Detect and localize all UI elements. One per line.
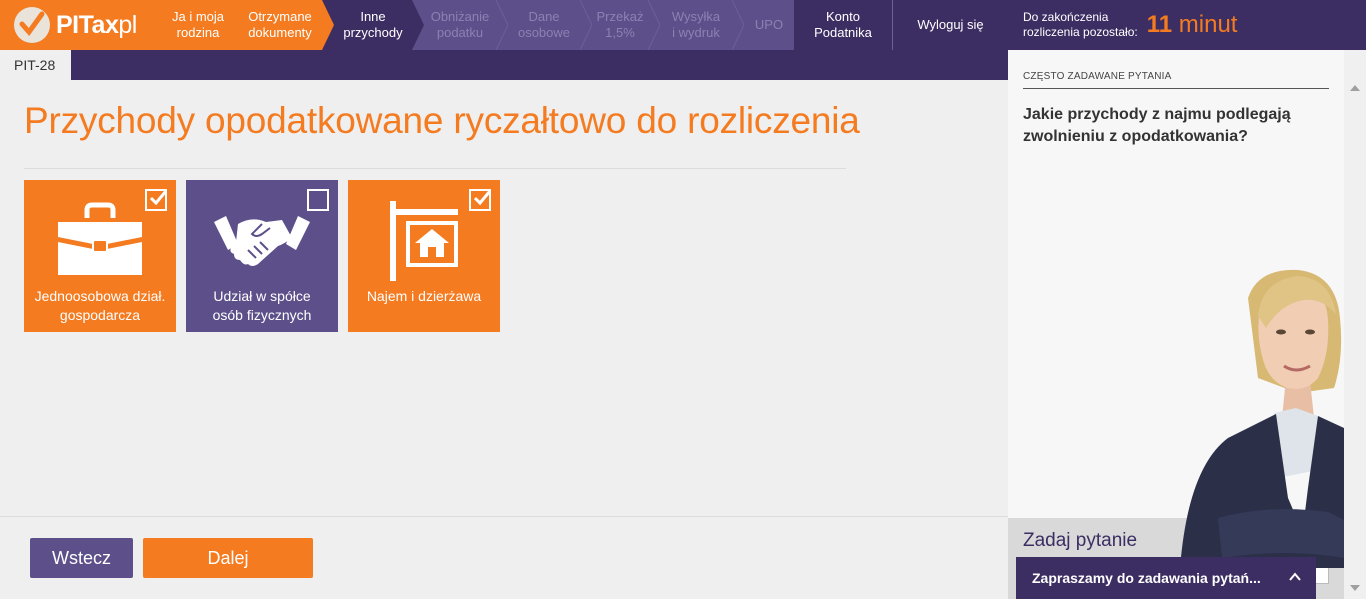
tile-label: Udział w spółce osób fizycznych [212, 288, 312, 323]
nav-step-tax-reduction[interactable]: Obniżanie podatku [424, 0, 496, 50]
nav-step-family[interactable]: Ja i moja rodzina [158, 0, 238, 50]
tile-partnership[interactable]: Udział w spółce osób fizycznych [186, 180, 338, 332]
nav-step-documents[interactable]: Otrzymane dokumenty [238, 0, 322, 50]
scrollbar[interactable] [1344, 50, 1366, 599]
divider [24, 168, 846, 169]
timer-value: 11 minut [1146, 11, 1238, 38]
tile-label: Najem i dzierżawa [366, 288, 482, 304]
consultant-photo [1180, 269, 1344, 568]
briefcase-icon [24, 200, 176, 280]
faq-heading: CZĘSTO ZADAWANE PYTANIA [1023, 71, 1172, 82]
nav-step-upo[interactable]: UPO [744, 0, 794, 50]
logo-text: PITaxpl [56, 10, 137, 39]
tab-pit-28[interactable]: PIT-28 [0, 50, 71, 80]
tile-sole-proprietorship[interactable]: Jednoosobowa dział. gospodarcza [24, 180, 176, 332]
scroll-up-arrow-icon[interactable] [1350, 85, 1360, 91]
timer-label: Do zakończenia rozliczenia pozostało: [1023, 10, 1138, 39]
nav-step-donate[interactable]: Przekaż 1,5% [592, 0, 648, 50]
next-button[interactable]: Dalej [143, 538, 313, 578]
account-button[interactable]: Konto Podatnika [794, 0, 892, 50]
logo[interactable]: PITaxpl [0, 0, 158, 50]
sub-navigation [0, 50, 1008, 80]
house-sign-icon [348, 200, 500, 281]
faq-question-link[interactable]: Jakie przychody z najmu podlegają zwolni… [1023, 104, 1323, 148]
back-button[interactable]: Wstecz [30, 538, 133, 578]
tile-rental-lease[interactable]: Najem i dzierżawa [348, 180, 500, 332]
ask-question-title: Zadaj pytanie [1023, 530, 1138, 551]
nav-chevron [580, 0, 592, 50]
nav-step-send-print[interactable]: Wysyłka i wydruk [660, 0, 732, 50]
page-title: Przychody opodatkowane ryczałtowo do roz… [24, 100, 860, 141]
nav-chevron [496, 0, 508, 50]
chat-toggle-bar[interactable]: Zapraszamy do zadawania pytań... [1016, 557, 1316, 599]
nav-step-other-income[interactable]: Inne przychody [334, 0, 412, 50]
nav-chevron [412, 0, 424, 50]
divider [1023, 88, 1329, 89]
tile-label: Jednoosobowa dział. gospodarcza [34, 288, 166, 323]
scroll-down-arrow-icon[interactable] [1350, 585, 1360, 591]
scroll-thumb[interactable] [1348, 95, 1362, 575]
nav-chevron [732, 0, 744, 50]
nav-step-personal-data[interactable]: Dane osobowe [508, 0, 580, 50]
session-timer: Do zakończenia rozliczenia pozostało: 11 … [1008, 0, 1366, 50]
handshake-icon [186, 200, 338, 280]
logout-button[interactable]: Wyloguj się [893, 0, 1008, 50]
nav-chevron [322, 0, 334, 50]
checkmark-logo-icon [14, 7, 50, 43]
divider [0, 516, 1008, 517]
nav-chevron [648, 0, 660, 50]
chevron-up-icon [1289, 572, 1301, 581]
